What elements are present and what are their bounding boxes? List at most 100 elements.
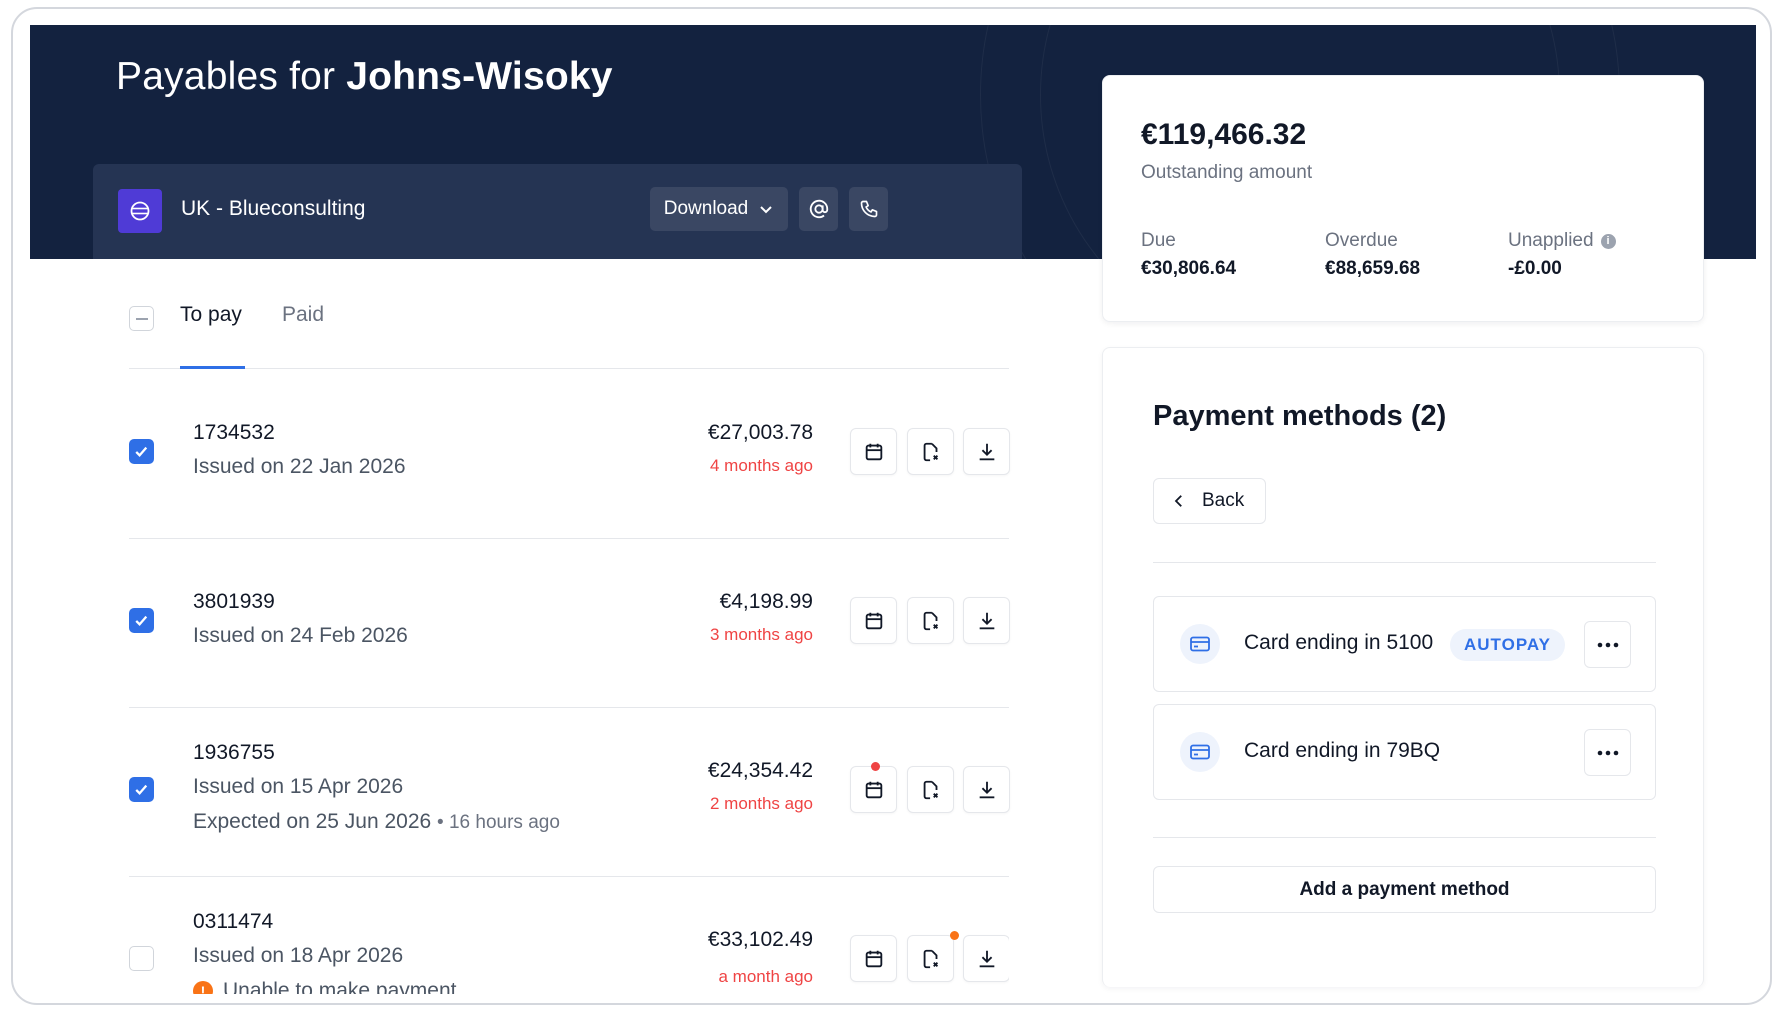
add-payment-method-button[interactable]: Add a payment method	[1153, 866, 1656, 913]
invoice-amount: €33,102.49	[707, 928, 813, 951]
due-age: 3 months ago	[709, 625, 813, 644]
due-age: 2 months ago	[709, 794, 813, 813]
download-icon	[979, 781, 994, 798]
due-age: a month ago	[718, 967, 813, 986]
tab-to-pay[interactable]: To pay	[180, 303, 242, 327]
download-icon	[979, 950, 994, 967]
info-icon[interactable]: i	[1600, 233, 1616, 249]
download-icon	[979, 612, 994, 629]
globe-icon	[130, 201, 150, 221]
payment-warning: ! Unable to make payment	[193, 979, 456, 994]
expected-date: Expected on 25 Jun 2026 • 16 hours ago	[193, 810, 560, 833]
notification-dot	[950, 931, 959, 940]
card-last4: 79BQ	[1386, 739, 1441, 762]
back-button[interactable]: Back	[1153, 478, 1266, 524]
email-button[interactable]	[799, 187, 838, 231]
tab-paid[interactable]: Paid	[282, 303, 324, 327]
company-name: Johns-Wisoky	[346, 55, 613, 98]
autopay-badge: AUTOPAY	[1450, 629, 1565, 661]
divider	[1153, 837, 1656, 838]
issued-date: Issued on 22 Jan 2026	[193, 455, 406, 478]
schedule-button[interactable]	[850, 935, 897, 982]
row-checkbox[interactable]	[129, 439, 154, 464]
entity-name: UK - Blueconsulting	[181, 197, 366, 220]
invoice-amount: €24,354.42	[707, 759, 813, 782]
issued-date: Issued on 18 Apr 2026	[193, 944, 404, 967]
payables-tabs: To pay Paid	[129, 289, 1009, 369]
table-row[interactable]: 3801939 Issued on 24 Feb 2026 €4,198.99 …	[129, 539, 1010, 708]
page-title: Payables for Johns-Wisoky	[116, 55, 613, 98]
document-x-icon	[923, 442, 938, 461]
download-icon	[979, 443, 994, 460]
dispute-button[interactable]	[907, 597, 954, 644]
calendar-icon	[865, 443, 882, 460]
schedule-button[interactable]	[850, 762, 897, 813]
phone-button[interactable]	[849, 187, 888, 231]
document-x-icon	[923, 611, 938, 630]
table-row[interactable]: 1734532 Issued on 22 Jan 2026 €27,003.78…	[129, 370, 1010, 539]
invoice-amount: €4,198.99	[719, 590, 813, 613]
download-invoice-button[interactable]	[963, 935, 1009, 982]
calendar-icon	[865, 950, 882, 967]
invoice-number: 1936755	[193, 741, 275, 764]
check-icon	[135, 784, 148, 796]
invoice-number: 0311474	[193, 910, 274, 933]
entity-bar: UK - Blueconsulting Download	[93, 164, 1022, 259]
ellipsis-icon	[1597, 750, 1618, 755]
unapplied-value: -£0.00	[1508, 258, 1562, 279]
payment-methods-card: Payment methods (2) Back Card ending in …	[1102, 347, 1704, 987]
table-row[interactable]: 1936755 Issued on 15 Apr 2026 Expected o…	[129, 708, 1010, 877]
card-last4: 5100	[1386, 631, 1434, 654]
unapplied-label-group: Unapplied i	[1508, 230, 1616, 252]
dispute-button[interactable]	[907, 428, 954, 475]
outstanding-amount: €119,466.32	[1141, 118, 1307, 151]
invoice-amount: €27,003.78	[707, 421, 813, 444]
divider	[1153, 562, 1656, 563]
invoice-number: 3801939	[193, 590, 275, 613]
outstanding-label: Outstanding amount	[1141, 162, 1313, 183]
unapplied-label: Unapplied	[1508, 230, 1594, 251]
more-options-button[interactable]	[1584, 729, 1631, 776]
download-invoice-button[interactable]	[963, 766, 1010, 813]
document-x-icon	[923, 780, 938, 799]
more-options-button[interactable]	[1584, 621, 1631, 668]
issued-date: Issued on 24 Feb 2026	[193, 624, 408, 647]
check-icon	[135, 446, 148, 458]
card-label: Card ending in 5100	[1244, 631, 1434, 654]
credit-card-icon	[1180, 624, 1220, 664]
calendar-icon	[865, 612, 882, 629]
payment-methods-title: Payment methods (2)	[1153, 400, 1447, 432]
payment-method-item[interactable]: Card ending in 5100 AUTOPAY	[1153, 596, 1656, 692]
download-invoice-button[interactable]	[963, 428, 1010, 475]
card-label: Card ending in 79BQ	[1244, 739, 1441, 762]
table-row-clip: 0311474 Issued on 18 Apr 2026 ! Unable t…	[129, 877, 1009, 994]
select-all-checkbox[interactable]	[129, 306, 154, 331]
outstanding-summary-card: €119,466.32 Outstanding amount Due €30,8…	[1102, 75, 1704, 322]
entity-logo	[118, 189, 162, 233]
at-icon	[809, 199, 828, 219]
due-label: Due	[1141, 230, 1176, 251]
invoice-number: 1734532	[193, 421, 275, 444]
row-checkbox[interactable]	[129, 777, 154, 802]
download-invoice-button[interactable]	[963, 597, 1010, 644]
overdue-label: Overdue	[1325, 230, 1398, 251]
row-checkbox[interactable]	[129, 946, 154, 971]
overdue-value: €88,659.68	[1325, 258, 1421, 279]
active-tab-indicator	[180, 366, 245, 369]
dispute-button[interactable]	[907, 931, 959, 982]
row-checkbox[interactable]	[129, 608, 154, 633]
schedule-button[interactable]	[850, 597, 897, 644]
download-button[interactable]: Download	[650, 187, 788, 231]
phone-icon	[860, 200, 877, 218]
dispute-button[interactable]	[907, 766, 954, 813]
ellipsis-icon	[1597, 642, 1618, 647]
table-row[interactable]: 0311474 Issued on 18 Apr 2026 ! Unable t…	[129, 877, 1009, 994]
issued-date: Issued on 15 Apr 2026	[193, 775, 404, 798]
payment-method-item[interactable]: Card ending in 79BQ	[1153, 704, 1656, 800]
schedule-button[interactable]	[850, 428, 897, 475]
download-label: Download	[663, 198, 749, 219]
credit-card-icon	[1180, 732, 1220, 772]
check-icon	[135, 615, 148, 627]
due-age: 4 months ago	[709, 456, 813, 475]
app-window: Payables for Johns-Wisoky UK - Blueconsu…	[11, 7, 1772, 1005]
